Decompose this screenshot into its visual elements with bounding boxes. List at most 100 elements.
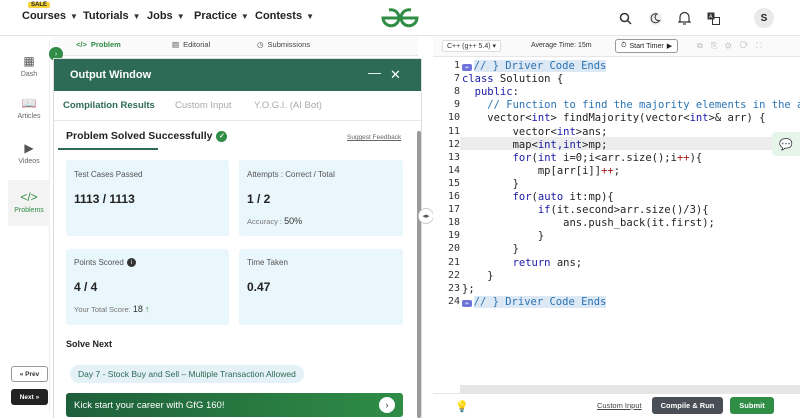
- accuracy: Accuracy : 50%: [247, 216, 303, 226]
- nav-courses[interactable]: Courses ▼: [22, 10, 78, 22]
- status-message: Problem Solved Successfully ✓: [66, 130, 228, 142]
- svg-text:A: A: [709, 14, 713, 20]
- minimize-icon[interactable]: —: [368, 65, 381, 80]
- info-icon[interactable]: i: [126, 258, 136, 268]
- rail-item-problems[interactable]: </> Problems: [8, 180, 50, 226]
- nav-contests[interactable]: Contests ▼: [255, 10, 314, 22]
- code-line[interactable]: map<int,int>mp;: [462, 139, 608, 152]
- total-score: Your Total Score: 18 ↑: [74, 304, 150, 314]
- line-number: 24: [447, 295, 460, 307]
- fold-marker-icon[interactable]: ⇔: [462, 299, 472, 307]
- tab-yogi-ai-bot[interactable]: Y.O.G.I. (AI Bot): [254, 100, 322, 111]
- language-select[interactable]: C++ (g++ 5.4) ▾: [442, 40, 502, 52]
- chevron-down-icon: ▼: [70, 11, 78, 21]
- code-line[interactable]: }: [462, 178, 519, 191]
- code-line[interactable]: for(int i=0;i<arr.size();i++){: [462, 152, 703, 165]
- code-line[interactable]: }: [462, 243, 519, 256]
- attempts-value: 1 / 2: [247, 192, 271, 206]
- nav-practice[interactable]: Practice ▼: [194, 10, 249, 22]
- translate-icon[interactable]: A: [705, 10, 721, 26]
- code-line[interactable]: }: [462, 270, 493, 283]
- time-card: Time Taken 0.47: [239, 249, 403, 325]
- code-line[interactable]: vector<int>ans;: [462, 126, 608, 139]
- top-navbar: SALE Courses ▼ Tutorials ▼ Jobs ▼ Practice ▼…: [0, 0, 800, 36]
- output-window: Output Window — ✕ Compilation Results Cu…: [54, 59, 421, 418]
- prev-button[interactable]: « Prev: [11, 366, 48, 382]
- time-value: 0.47: [247, 280, 271, 294]
- avatar[interactable]: S: [754, 8, 774, 28]
- line-number: 16: [447, 191, 460, 202]
- start-timer-button[interactable]: ⏱ Start Timer ▶: [615, 39, 679, 53]
- code-line[interactable]: };: [462, 283, 475, 296]
- scrollbar[interactable]: [417, 131, 421, 418]
- code-line[interactable]: mp[arr[i]]++;: [462, 165, 620, 178]
- code-line[interactable]: public:: [462, 86, 519, 99]
- document-icon: ▤: [172, 40, 180, 49]
- editor-toolbar: C++ (g++ 5.4) ▾ Average Time: 15m ⏱ Star…: [433, 36, 800, 57]
- attempts-label: Attempts : Correct / Total: [247, 170, 335, 179]
- rail-item-videos[interactable]: ▶ Videos: [8, 141, 50, 169]
- tab-custom-input[interactable]: Custom Input: [175, 100, 232, 111]
- tab-submissions[interactable]: ◷ Submissions: [257, 40, 310, 49]
- code-line[interactable]: class Solution {: [462, 73, 563, 86]
- book-icon: 📖: [21, 96, 37, 110]
- resize-handle-icon[interactable]: ◂▸: [418, 208, 434, 224]
- line-number: 9: [453, 99, 460, 111]
- play-icon: ▶: [24, 141, 34, 155]
- code-line[interactable]: ⇔// } Driver Code Ends: [462, 60, 607, 73]
- tab-compilation-results[interactable]: Compilation Results: [63, 100, 155, 111]
- compile-run-button[interactable]: Compile & Run: [652, 397, 723, 414]
- editor-bottom-bar: 💡 Custom Input Compile & Run Submit: [433, 393, 800, 418]
- code-line[interactable]: // Function to find the majority element…: [462, 99, 800, 112]
- bell-icon[interactable]: [676, 10, 692, 26]
- chevron-down-icon: ▼: [240, 11, 249, 21]
- code-line[interactable]: vector<int> findMajority(vector<int>& ar…: [462, 112, 765, 125]
- code-line[interactable]: for(auto it:mp){: [462, 191, 614, 204]
- code-editor[interactable]: 1 7 8 9 10 11 12 13 14 15 16 17 18 19 20 21 22 23 24 ⇔// }…: [433, 57, 800, 385]
- line-number: 21: [447, 256, 460, 268]
- next-button[interactable]: Next »: [11, 389, 48, 405]
- chevron-right-icon[interactable]: ›: [379, 397, 395, 413]
- gfg-logo[interactable]: [379, 7, 421, 29]
- gfg160-banner[interactable]: Kick start your career with GfG 160! ›: [66, 393, 403, 417]
- nav-jobs[interactable]: Jobs ▼: [147, 10, 185, 22]
- rail-item-articles[interactable]: 📖 Articles: [8, 96, 50, 124]
- stopwatch-icon: ⏱: [621, 42, 627, 49]
- clock-icon: ◷: [257, 40, 264, 49]
- dark-mode-icon[interactable]: [647, 10, 663, 26]
- code-line[interactable]: }: [462, 230, 544, 243]
- problem-tabs: </> Problem ▤ Editorial ◷ Submissions: [52, 36, 418, 56]
- editor-tool-icons[interactable]: ⧉⎘⚙⟳⛶: [697, 41, 770, 51]
- close-icon[interactable]: ✕: [390, 67, 401, 83]
- code-line[interactable]: return ans;: [462, 257, 583, 270]
- output-window-header: Output Window — ✕: [54, 59, 421, 91]
- suggest-feedback-link[interactable]: Suggest Feedback: [347, 134, 401, 141]
- play-circle-icon: ▶: [666, 43, 673, 50]
- code-line[interactable]: if(it.second>arr.size()/3){: [462, 204, 709, 217]
- code-icon: </>: [20, 190, 38, 204]
- output-window-title: Output Window: [70, 69, 152, 81]
- custom-input-link[interactable]: Custom Input: [597, 401, 642, 410]
- chat-icon[interactable]: 💬: [772, 132, 800, 156]
- line-number: 22: [447, 269, 460, 281]
- solve-next-item[interactable]: Day 7 - Stock Buy and Sell – Multiple Tr…: [70, 365, 304, 383]
- tab-editorial[interactable]: ▤ Editorial: [172, 40, 210, 49]
- lightbulb-icon[interactable]: 💡: [455, 400, 469, 413]
- submit-button[interactable]: Submit: [730, 397, 774, 414]
- code-line[interactable]: ⇔// } Driver Code Ends: [462, 295, 607, 309]
- line-number: 23: [447, 282, 460, 294]
- nav-tutorials[interactable]: Tutorials ▼: [83, 10, 141, 22]
- line-number: 12: [447, 138, 460, 150]
- fold-marker-icon[interactable]: ⇔: [462, 64, 472, 71]
- banner-text: Kick start your career with GfG 160!: [74, 400, 225, 411]
- line-number: 7: [453, 73, 460, 85]
- test-cases-card: Test Cases Passed 1113 / 1113: [66, 160, 229, 236]
- code-line[interactable]: ans.push_back(it.first);: [462, 217, 715, 230]
- search-icon[interactable]: [617, 10, 633, 26]
- line-number-gutter: 1 7 8 9 10 11 12 13 14 15 16 17 18 19 20 21 22 23 24: [433, 57, 460, 385]
- tab-problem[interactable]: </> Problem: [76, 40, 121, 49]
- rail-item-dash[interactable]: ▦ Dash: [8, 54, 50, 82]
- line-number: 11: [447, 125, 460, 137]
- output-tabs: Compilation Results Custom Input Y.O.G.I…: [54, 91, 421, 150]
- editor-horizontal-scrollbar[interactable]: [460, 385, 800, 393]
